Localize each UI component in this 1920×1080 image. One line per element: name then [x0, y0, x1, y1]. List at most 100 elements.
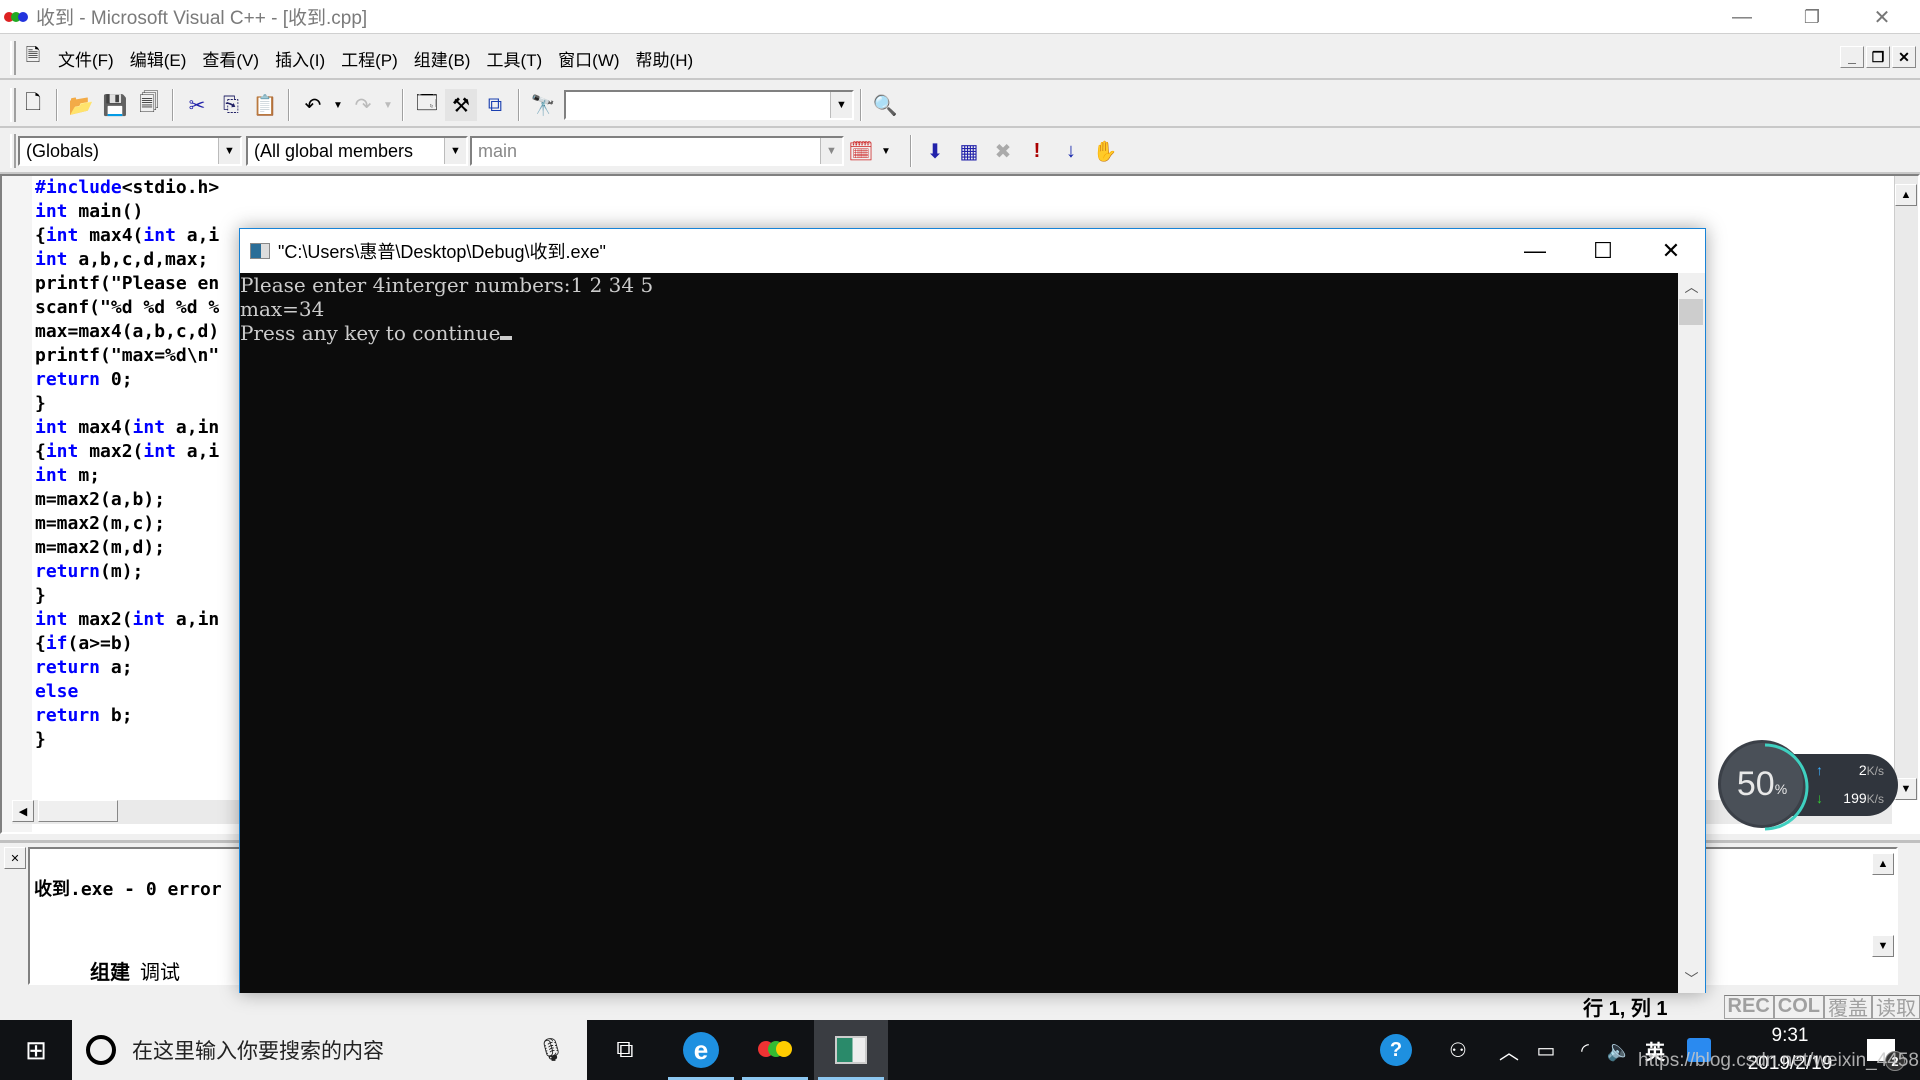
scroll-thumb[interactable]	[38, 800, 118, 822]
function-combo[interactable]: main ▼	[470, 136, 844, 166]
people-icon[interactable]: ⚇	[1440, 1020, 1476, 1080]
console-taskbar-icon[interactable]	[814, 1020, 888, 1080]
toolbar-grip[interactable]	[10, 88, 16, 122]
go-icon[interactable]: ↓	[1055, 135, 1087, 167]
console-line: Press any key to continue	[240, 321, 501, 345]
tab-debug[interactable]: 调试	[140, 956, 180, 985]
code-keyword: if	[45, 633, 68, 654]
menu-tools[interactable]: 工具(T)	[478, 46, 550, 71]
code-line: {int max2(int a,i	[35, 440, 219, 464]
breakpoint-hand-icon[interactable]: ✋	[1089, 135, 1121, 167]
task-view-icon[interactable]: ⧉	[588, 1020, 662, 1080]
workspace-icon[interactable]: 🗔	[411, 89, 443, 121]
chevron-down-icon[interactable]: ▼	[820, 138, 842, 164]
chevron-down-icon[interactable]: ﹀	[1678, 969, 1705, 989]
taskbar-search[interactable]: 在这里输入你要搜索的内容 🎙	[72, 1020, 587, 1080]
status-bar: 行 1, 列 1 REC COL 覆盖 读取	[0, 993, 1920, 1020]
code-line: printf("max=%d\n"	[35, 344, 219, 368]
window-list-icon[interactable]: ⧉	[479, 89, 511, 121]
console-title-bar[interactable]: "C:\Users\惠普\Desktop\Debug\收到.exe"	[240, 229, 1705, 273]
execute-icon[interactable]: !	[1021, 135, 1053, 167]
output-window-icon[interactable]: ⚒	[445, 89, 477, 121]
undo-dropdown-icon[interactable]: ▼	[331, 89, 345, 121]
scroll-down-icon[interactable]: ▼	[1895, 778, 1917, 800]
find-combo[interactable]: ▼	[564, 90, 854, 120]
windows-start-icon[interactable]: ⊞	[0, 1020, 72, 1080]
new-text-file-icon[interactable]: 🗋	[17, 89, 49, 121]
menu-window[interactable]: 窗口(W)	[550, 46, 627, 71]
cut-icon[interactable]: ✂	[181, 89, 213, 121]
redo-icon[interactable]: ↷	[347, 89, 379, 121]
members-combo[interactable]: (All global members ▼	[246, 136, 468, 166]
menu-help[interactable]: 帮助(H)	[628, 46, 702, 71]
menu-edit[interactable]: 编辑(E)	[122, 46, 195, 71]
build-icon[interactable]: ▦	[953, 135, 985, 167]
code-text: max2(	[78, 441, 144, 462]
wifi-icon[interactable]: ◜	[1570, 1020, 1600, 1080]
menu-project[interactable]: 工程(P)	[333, 46, 406, 71]
mdi-minimize-button[interactable]: _	[1840, 46, 1864, 68]
microphone-icon[interactable]: 🎙	[537, 1037, 565, 1063]
console-window[interactable]: "C:\Users\惠普\Desktop\Debug\收到.exe" — ☐ ✕…	[239, 228, 1706, 993]
mdi-restore-button[interactable]: ❐	[1866, 46, 1890, 68]
restore-button[interactable]: ❐	[1778, 0, 1846, 34]
code-line: #include<stdio.h>	[35, 176, 219, 200]
save-icon[interactable]: 💾	[99, 89, 131, 121]
tab-build[interactable]: 组建	[90, 956, 130, 985]
close-button[interactable]: ✕	[1848, 0, 1916, 34]
console-maximize-button[interactable]: ☐	[1568, 229, 1638, 273]
minimize-button[interactable]: —	[1708, 0, 1776, 34]
find-in-files-icon[interactable]: 🔭	[527, 89, 559, 121]
toolbar-grip[interactable]	[10, 134, 16, 168]
help-alert-icon[interactable]: ?	[1376, 1020, 1416, 1080]
scroll-thumb[interactable]	[1679, 299, 1703, 325]
menu-build[interactable]: 组建(B)	[406, 46, 479, 71]
redo-dropdown-icon[interactable]: ▼	[381, 89, 395, 121]
console-output[interactable]: Please enter 4interger numbers:1 2 34 5m…	[240, 273, 1679, 993]
editor-vertical-scrollbar[interactable]: ▲ ▼	[1894, 176, 1918, 800]
code-line: }	[35, 728, 219, 752]
chevron-up-icon[interactable]: ︿	[1678, 277, 1705, 297]
mdi-close-button[interactable]: ✕	[1892, 46, 1916, 68]
wizard-dropdown-icon[interactable]: ▼	[879, 135, 893, 167]
console-minimize-button[interactable]: —	[1500, 229, 1570, 273]
menu-view[interactable]: 查看(V)	[194, 46, 267, 71]
console-scrollbar[interactable]: ︿ ﹀	[1678, 273, 1705, 993]
open-folder-icon[interactable]: 📂	[65, 89, 97, 121]
code-text: }	[35, 393, 46, 414]
undo-icon[interactable]: ↶	[297, 89, 329, 121]
code-text: a,i	[175, 441, 220, 462]
scroll-left-icon[interactable]: ◀	[12, 800, 34, 822]
code-keyword: int	[35, 609, 68, 630]
search-placeholder: 在这里输入你要搜索的内容	[132, 1040, 384, 1063]
menu-insert[interactable]: 插入(I)	[267, 46, 333, 71]
compile-icon[interactable]: ⬇	[919, 135, 951, 167]
status-col: COL	[1773, 994, 1824, 1019]
battery-icon[interactable]: ▭	[1530, 1020, 1562, 1080]
scroll-up-icon[interactable]: ▲	[1872, 853, 1894, 875]
ie-browser-icon[interactable]: e	[664, 1020, 738, 1080]
chevron-down-icon[interactable]: ▼	[218, 138, 240, 164]
save-all-icon[interactable]: 🗐	[133, 89, 165, 121]
cortana-icon[interactable]	[86, 1035, 116, 1065]
scroll-down-icon[interactable]: ▼	[1872, 935, 1894, 957]
source-code[interactable]: #include<stdio.h> int main() {int max4(int…	[35, 176, 219, 752]
toolbar-grip[interactable]	[10, 41, 16, 75]
copy-icon[interactable]: ⎘	[215, 89, 247, 121]
class-combo[interactable]: (Globals) ▼	[18, 136, 242, 166]
code-keyword: int	[45, 441, 79, 462]
code-text: a,i	[175, 225, 220, 246]
wizard-action-icon[interactable]: 🗓	[845, 135, 877, 167]
chevron-up-icon[interactable]: ︿	[1494, 1020, 1524, 1080]
scroll-up-icon[interactable]: ▲	[1895, 184, 1917, 206]
chevron-down-icon[interactable]: ▼	[830, 92, 852, 118]
close-output-icon[interactable]: ✕	[4, 847, 26, 869]
visual-cpp-taskbar-icon[interactable]	[738, 1020, 812, 1080]
menu-file[interactable]: 文件(F)	[50, 46, 122, 71]
volume-icon[interactable]: 🔈	[1604, 1020, 1634, 1080]
chevron-down-icon[interactable]: ▼	[444, 138, 466, 164]
console-close-button[interactable]: ✕	[1636, 229, 1706, 273]
find-icon[interactable]: 🔍	[869, 89, 901, 121]
stop-build-icon[interactable]: ✖	[987, 135, 1019, 167]
paste-icon[interactable]: 📋	[249, 89, 281, 121]
